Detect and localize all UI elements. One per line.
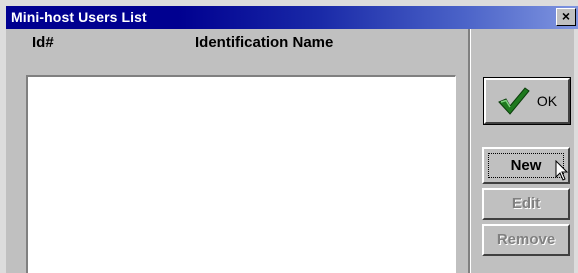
- users-list[interactable]: [26, 75, 456, 273]
- edit-button[interactable]: Edit: [482, 188, 570, 220]
- edit-label: Edit: [511, 195, 541, 212]
- ok-label: OK: [536, 93, 558, 109]
- ok-button[interactable]: OK: [483, 77, 571, 125]
- arrow-cursor-icon: [555, 160, 569, 181]
- close-icon: ×: [561, 8, 571, 24]
- checkmark-icon: [498, 87, 530, 115]
- close-button[interactable]: ×: [556, 8, 576, 26]
- remove-label: Remove: [496, 231, 556, 248]
- remove-button[interactable]: Remove: [482, 224, 570, 256]
- vertical-divider: [468, 29, 471, 273]
- focus-rectangle: [488, 153, 564, 178]
- column-header-id[interactable]: Id#: [32, 34, 54, 51]
- window-title: Mini-host Users List: [11, 9, 147, 25]
- title-bar[interactable]: Mini-host Users List ×: [6, 6, 578, 29]
- column-header-identification-name[interactable]: Identification Name: [195, 34, 333, 51]
